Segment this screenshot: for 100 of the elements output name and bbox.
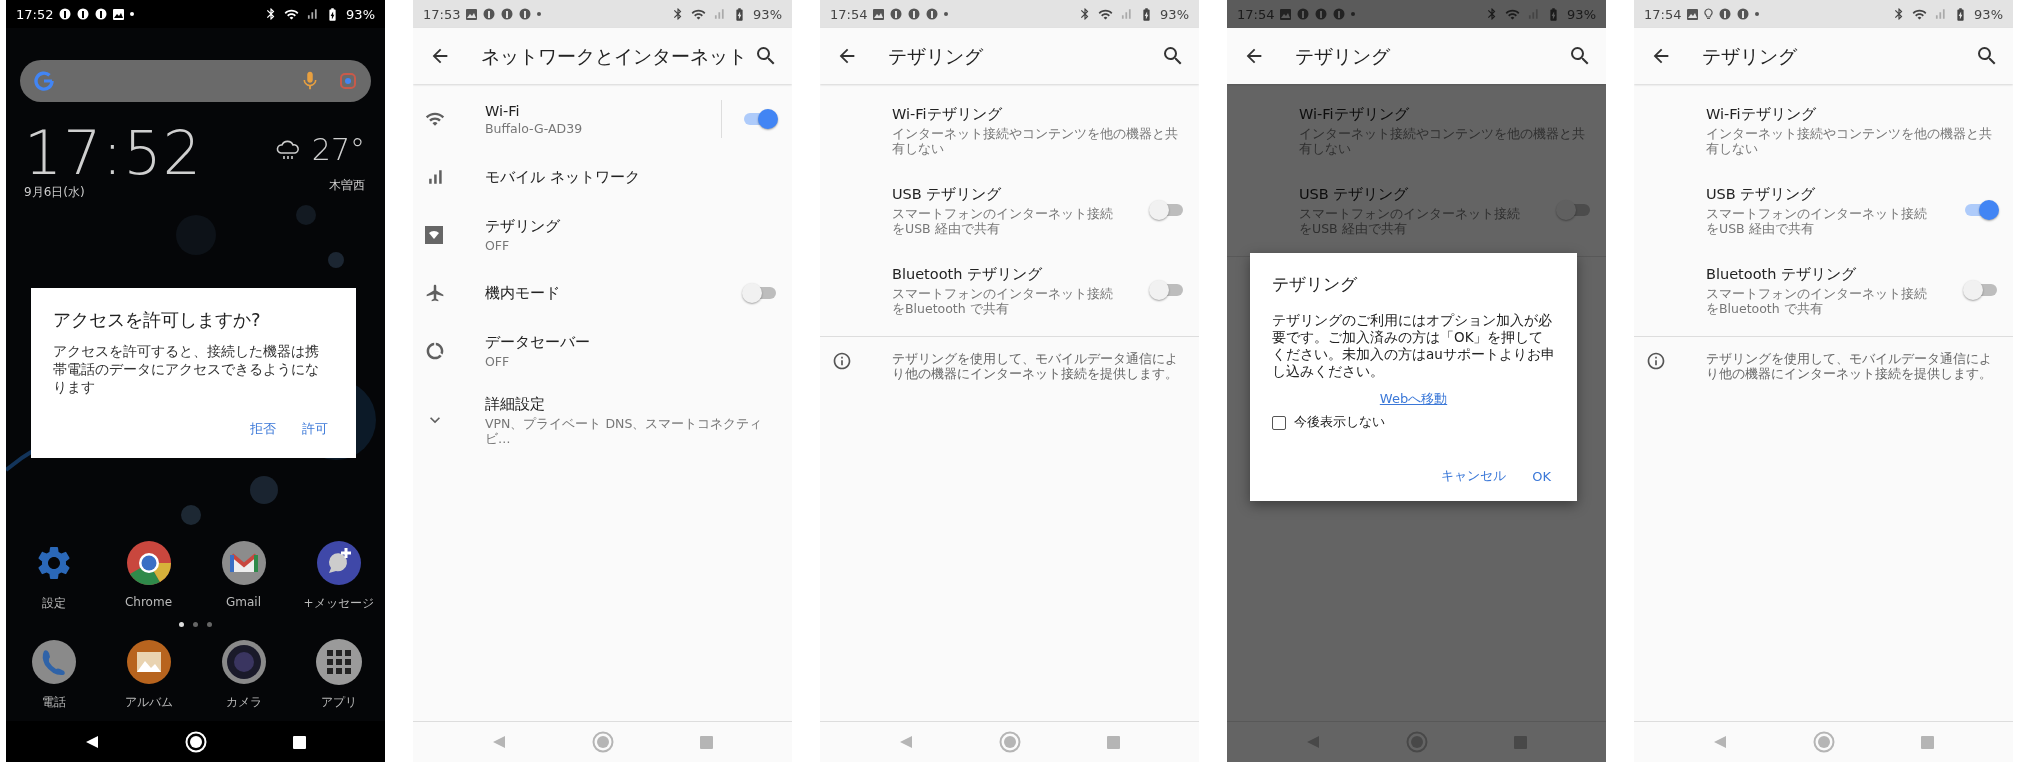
row-title: USB テザリング [1706, 184, 1817, 204]
notification-icon [483, 8, 496, 20]
settings-row[interactable]: 詳細設定 VPN、プライベート DNS、スマートコネクティビ… [413, 380, 792, 460]
checkbox[interactable] [1272, 415, 1286, 430]
settings-row[interactable]: Bluetooth テザリング スマートフォンのインターネット接続をBluetooth で共有 [820, 250, 1199, 330]
row-summary: VPN、プライベート DNS、スマートコネクティビ… [485, 415, 764, 446]
airplane-icon [425, 283, 445, 303]
notification-icon [908, 8, 921, 20]
row-summary: インターネット接続やコンテンツを他の機器と共有しない [1706, 125, 1993, 156]
app-label: アルバム [124, 694, 173, 711]
page-dot[interactable] [207, 621, 212, 627]
toggle-switch[interactable] [742, 108, 778, 130]
image-icon [113, 8, 125, 20]
bubble [181, 505, 201, 525]
page-dot[interactable] [179, 621, 184, 627]
dot-icon [944, 12, 949, 16]
envelope-icon [220, 540, 267, 586]
footer-text: テザリングを使用して、モバイルデータ通信により他の機器にインターネット接続を提供します。 [1706, 351, 1993, 381]
dialog-button[interactable]: OK [1528, 461, 1555, 491]
battery-percent: 93% [1974, 6, 2003, 22]
toggle-switch[interactable] [1149, 199, 1185, 221]
temperature: 27° [311, 132, 365, 167]
row-title: 機内モード [485, 283, 561, 303]
row-summary: OFF [485, 354, 511, 369]
search-bar[interactable] [20, 60, 371, 102]
row-title: テザリング [485, 217, 561, 236]
clock-time: 17:52 [24, 122, 202, 184]
dot-icon [537, 12, 542, 16]
chat-bubble-icon [315, 540, 362, 586]
app-label: Gmail [226, 595, 261, 609]
dot-icon [1351, 12, 1356, 16]
battery-percent: 93% [1160, 6, 1189, 22]
hotspot-icon [425, 226, 443, 244]
settings-row[interactable]: テザリング OFF [413, 206, 792, 264]
notification-icon [77, 8, 90, 20]
info-icon [832, 351, 852, 371]
dialog-button[interactable]: キャンセル [1437, 461, 1511, 491]
ring-icon [125, 540, 172, 586]
screen-title: テザリング [1702, 44, 1798, 69]
ring-icon [425, 341, 445, 361]
app-label: カメラ [225, 694, 262, 711]
g-logo-icon [34, 71, 54, 91]
screen-title: テザリング [1295, 44, 1391, 69]
toggle-switch[interactable] [1963, 279, 1999, 301]
settings-row[interactable]: Bluetooth テザリング スマートフォンのインターネット接続をBluetooth で共有 [1634, 250, 2013, 330]
notification-icon [59, 8, 72, 20]
battery-percent: 93% [1567, 6, 1596, 22]
info-icon [1646, 351, 1666, 371]
screen-title: テザリング [888, 44, 984, 69]
settings-row[interactable]: モバイル ネットワーク [413, 148, 792, 206]
settings-row[interactable]: USB テザリング スマートフォンのインターネット接続をUSB 経由で共有 [1634, 170, 2013, 250]
row-title: Wi-Fiテザリング [892, 104, 1003, 124]
settings-row[interactable]: Wi-Fiテザリング インターネット接続やコンテンツを他の機器と共有しない [1634, 90, 2013, 170]
settings-row[interactable]: USB テザリング スマートフォンのインターネット接続をUSB 経由で共有 [820, 170, 1199, 250]
status-time: 17:54 [1237, 6, 1275, 22]
recents-button[interactable] [293, 735, 306, 749]
battery-percent: 93% [753, 6, 782, 22]
row-title: データセーバー [485, 333, 591, 352]
notification-icon [890, 8, 903, 20]
dialog-message: テザリングのご利用にはオプション加入が必要です。ご加入済みの方は「OK」を押してください。未加入の方はauサポートよりお申し込みください。 [1272, 312, 1555, 380]
bubble [296, 205, 316, 225]
toggle-switch[interactable] [1963, 199, 1999, 221]
dot-icon [1755, 12, 1760, 16]
page-dot[interactable] [193, 621, 198, 627]
phone-icon [30, 639, 77, 685]
row-summary: インターネット接続やコンテンツを他の機器と共有しない [892, 125, 1179, 156]
settings-row[interactable]: Wi-Fi Buffalo-G-AD39 [413, 90, 792, 148]
app-label: +メッセージ [303, 595, 374, 612]
back-button[interactable] [85, 735, 99, 749]
row-title: USB テザリング [892, 184, 1003, 204]
app-label: 電話 [41, 694, 66, 711]
landscape-icon [125, 639, 172, 685]
checkbox-label: 今後表示しない [1294, 414, 1385, 431]
row-title: Wi-Fi [485, 102, 521, 119]
toggle-switch[interactable] [1149, 279, 1185, 301]
lens-icon [220, 639, 267, 685]
toggle-switch[interactable] [742, 282, 778, 304]
notification-icon [1297, 8, 1310, 20]
settings-row[interactable]: 機内モード [413, 264, 792, 322]
dialog-title: アクセスを許可しますか? [53, 308, 262, 332]
row-summary: スマートフォンのインターネット接続をBluetooth で共有 [1706, 285, 1928, 316]
settings-row[interactable]: Wi-Fiテザリング インターネット接続やコンテンツを他の機器と共有しない [820, 90, 1199, 170]
dialog-button[interactable]: 拒否 [246, 414, 280, 444]
row-summary: スマートフォンのインターネット接続をUSB 経由で共有 [892, 205, 1114, 236]
notification-icon [926, 8, 939, 20]
dialog-button[interactable]: 許可 [298, 414, 332, 444]
status-time: 17:54 [1644, 6, 1682, 22]
settings-row[interactable]: データセーバー OFF [413, 322, 792, 380]
row-summary: OFF [485, 238, 511, 253]
row-title: Wi-Fiテザリング [1299, 104, 1410, 124]
signal-icon [1119, 7, 1134, 21]
signal-icon [305, 7, 320, 21]
web-link[interactable]: Webへ移動 [1379, 390, 1448, 408]
toggle-switch[interactable] [1556, 199, 1592, 221]
row-title: Bluetooth テザリング [1706, 264, 1857, 284]
rain-cloud-icon [275, 138, 300, 161]
signal-icon [712, 7, 727, 21]
notification-icon [519, 8, 532, 20]
bubble [328, 252, 344, 268]
notification-icon [1719, 8, 1732, 20]
